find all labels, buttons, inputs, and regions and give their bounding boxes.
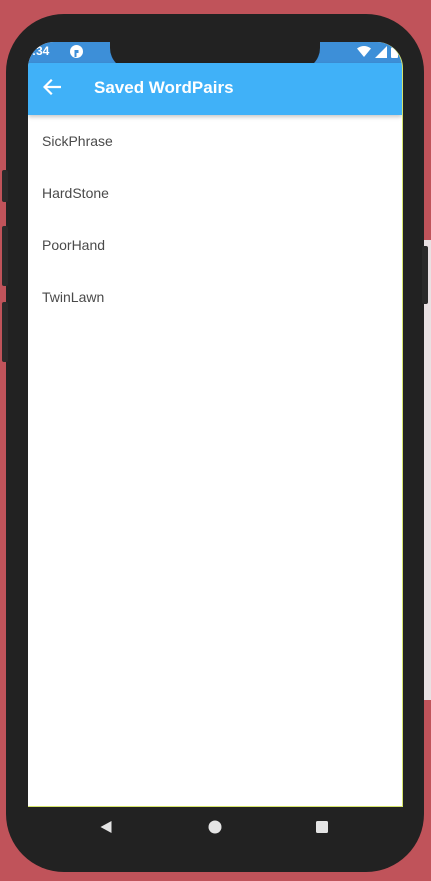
list-item[interactable]: HardStone: [28, 167, 402, 219]
triangle-back-icon: [99, 819, 113, 838]
page-title: Saved WordPairs: [94, 78, 234, 97]
status-time: :34: [32, 44, 50, 58]
list-item[interactable]: SickPhrase: [28, 115, 402, 167]
status-icons: [357, 45, 398, 59]
side-button: [2, 226, 8, 286]
nav-recents-button[interactable]: [314, 820, 330, 836]
list-item[interactable]: PoorHand: [28, 219, 402, 271]
saved-wordpairs-list: SickPhrase HardStone PoorHand TwinLawn: [28, 115, 402, 323]
nav-back-button[interactable]: [98, 820, 114, 836]
side-button: [2, 170, 8, 202]
cell-signal-icon: [375, 43, 387, 62]
list-item-label: PoorHand: [42, 237, 106, 253]
circle-home-icon: [208, 819, 222, 838]
arrow-back-icon: [42, 78, 62, 99]
power-button: [422, 246, 428, 304]
battery-icon: [391, 43, 398, 62]
side-button: [2, 302, 8, 362]
wifi-icon: [357, 43, 371, 62]
app-screen: :34 Saved WordPairs SickPhrase HardStone…: [28, 42, 403, 807]
list-item-label: HardStone: [42, 185, 109, 201]
back-button[interactable]: [38, 75, 66, 103]
nav-home-button[interactable]: [207, 820, 223, 836]
app-notification-icon: [70, 45, 83, 58]
list-item-label: TwinLawn: [42, 289, 105, 305]
square-recents-icon: [315, 819, 329, 838]
system-nav-bar: [28, 806, 402, 850]
list-item[interactable]: TwinLawn: [28, 271, 402, 323]
app-bar: Saved WordPairs: [28, 63, 402, 115]
list-item-label: SickPhrase: [42, 133, 113, 149]
